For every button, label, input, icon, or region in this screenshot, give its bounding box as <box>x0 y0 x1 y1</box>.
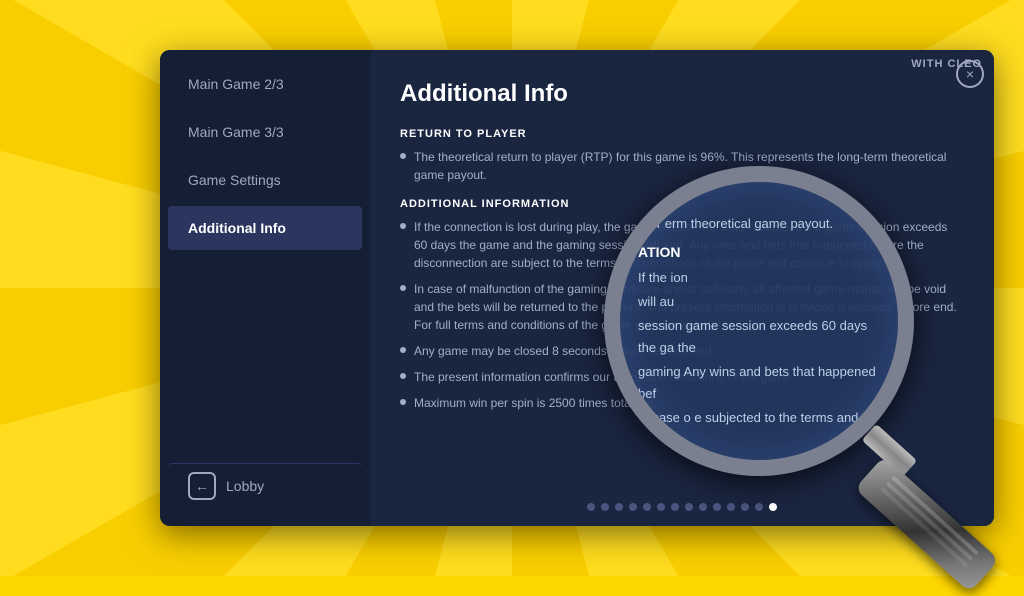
sidebar-item-main-game-3[interactable]: Main Game 3/3 <box>168 110 362 154</box>
pagination <box>370 503 994 511</box>
bullet-dot <box>400 399 406 405</box>
bullet-additional-4: The present information confirms our ter… <box>400 368 964 386</box>
info-title: Additional Info <box>400 70 964 108</box>
sidebar-item-game-settings[interactable]: Game Settings <box>168 158 362 202</box>
bullet-dot <box>400 285 406 291</box>
bullet-additional-5: Maximum win per spin is 2500 times total… <box>400 394 964 412</box>
page-dot-14[interactable] <box>769 503 777 511</box>
sidebar: Main Game 2/3 Main Game 3/3 Game Setting… <box>160 50 370 526</box>
sidebar-item-main-game-2[interactable]: Main Game 2/3 <box>168 62 362 106</box>
bullet-additional-2: In case of malfunction of the gaming har… <box>400 280 964 334</box>
page-dot-3[interactable] <box>615 503 623 511</box>
main-content: WITH CLEO × Additional Info RETURN TO PL… <box>370 50 994 526</box>
page-dot-7[interactable] <box>671 503 679 511</box>
page-dot-8[interactable] <box>685 503 693 511</box>
section-label-additional: ADDITIONAL INFORMATION <box>400 198 964 210</box>
page-dot-5[interactable] <box>643 503 651 511</box>
page-dot-9[interactable] <box>699 503 707 511</box>
back-icon: ← <box>188 472 216 500</box>
info-panel: Additional Info RETURN TO PLAYER The the… <box>370 50 994 526</box>
bullet-dot <box>400 153 406 159</box>
page-dot-13[interactable] <box>755 503 763 511</box>
section-label-rtp: RETURN TO PLAYER <box>400 128 964 140</box>
bullet-dot <box>400 373 406 379</box>
bullet-dot <box>400 223 406 229</box>
page-dot-1[interactable] <box>587 503 595 511</box>
bullet-rtp-1: The theoretical return to player (RTP) f… <box>400 148 964 184</box>
game-panel: Main Game 2/3 Main Game 3/3 Game Setting… <box>160 50 994 526</box>
page-dot-10[interactable] <box>713 503 721 511</box>
page-dot-12[interactable] <box>741 503 749 511</box>
page-dot-6[interactable] <box>657 503 665 511</box>
sidebar-item-additional-info[interactable]: Additional Info <box>168 206 362 250</box>
bullet-dot <box>400 347 406 353</box>
bullet-additional-1: If the connection is lost during play, t… <box>400 218 964 272</box>
page-dot-11[interactable] <box>727 503 735 511</box>
page-dot-2[interactable] <box>601 503 609 511</box>
sidebar-item-lobby[interactable]: ← Lobby <box>168 463 362 514</box>
bullet-additional-3: Any game may be closed 8 seconds before … <box>400 342 964 360</box>
close-button[interactable]: × <box>956 60 984 88</box>
page-dot-4[interactable] <box>629 503 637 511</box>
